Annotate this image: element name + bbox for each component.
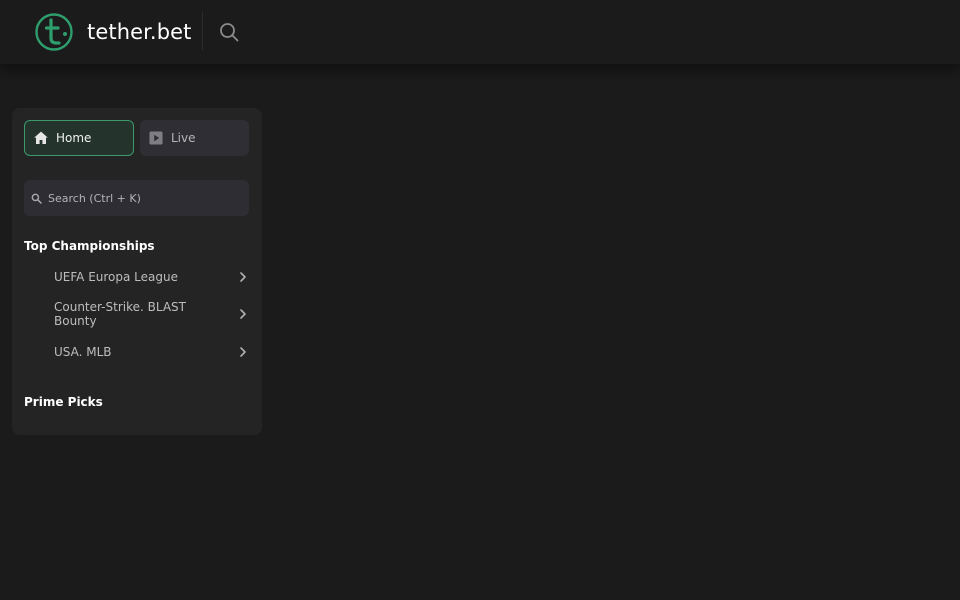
live-button-label: Live xyxy=(171,131,196,145)
site-logo[interactable]: tether.bet xyxy=(34,12,191,52)
header-divider xyxy=(202,12,203,50)
prime-picks-heading: Prime Picks xyxy=(24,395,103,409)
championship-label: Counter-Strike. BLAST Bounty xyxy=(54,300,186,328)
championship-list: UEFA Europa League Counter-Strike. BLAST… xyxy=(24,262,249,368)
search-icon[interactable] xyxy=(218,21,240,43)
search-icon xyxy=(31,193,42,204)
championship-label: UEFA Europa League xyxy=(54,270,178,284)
tether-logo-icon xyxy=(35,13,73,51)
search-input[interactable] xyxy=(48,191,238,205)
logo-text: tether.bet xyxy=(87,20,192,44)
championship-item[interactable]: UEFA Europa League xyxy=(24,262,249,292)
home-icon xyxy=(34,131,48,144)
top-championships-heading: Top Championships xyxy=(24,239,155,253)
championship-label: USA. MLB xyxy=(54,345,112,359)
chevron-right-icon xyxy=(240,347,246,357)
top-header: tether.bet xyxy=(0,0,960,64)
play-icon xyxy=(149,131,163,145)
home-button[interactable]: Home xyxy=(24,120,134,156)
home-button-label: Home xyxy=(56,131,92,145)
chevron-right-icon xyxy=(240,272,246,282)
sidebar: Home Live Top Championships UEFA Europa … xyxy=(12,108,262,435)
championship-item[interactable]: Counter-Strike. BLAST Bounty xyxy=(24,292,249,336)
championship-item[interactable]: USA. MLB xyxy=(24,336,249,368)
sidebar-search[interactable] xyxy=(24,180,249,216)
live-button[interactable]: Live xyxy=(140,120,249,156)
chevron-right-icon xyxy=(240,309,246,319)
